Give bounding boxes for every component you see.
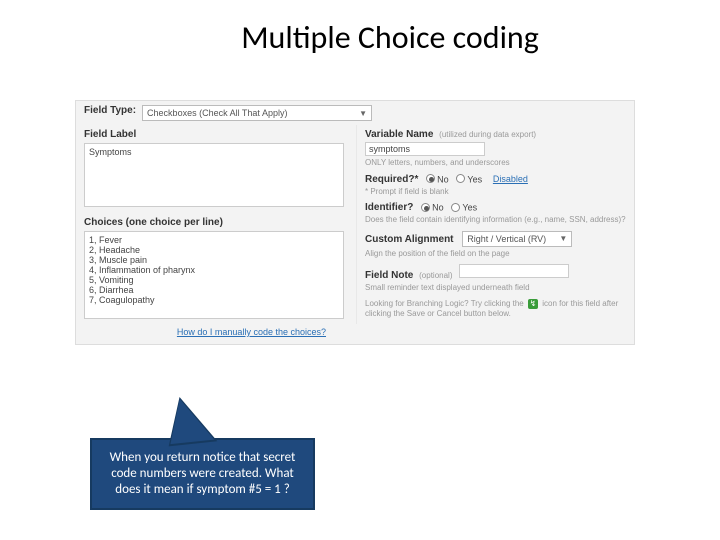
branching-logic-icon: ↯ bbox=[528, 299, 538, 309]
field-type-row: Field Type: Checkboxes (Check All That A… bbox=[76, 101, 634, 125]
alignment-note: Align the position of the field on the p… bbox=[365, 249, 626, 259]
left-column: Field Label Symptoms Choices (one choice… bbox=[76, 125, 356, 324]
alignment-label: Custom Alignment bbox=[365, 234, 454, 245]
field-note-hint: Small reminder text displayed underneath… bbox=[365, 283, 626, 293]
identifier-note: Does the field contain identifying infor… bbox=[365, 215, 626, 225]
callout-pointer bbox=[166, 396, 214, 444]
field-type-value: Checkboxes (Check All That Apply) bbox=[147, 108, 287, 118]
branching-text-1: Looking for Branching Logic? Try clickin… bbox=[365, 299, 526, 308]
alignment-select[interactable]: Right / Vertical (RV) ▼ bbox=[462, 231, 572, 247]
required-label: Required?* bbox=[365, 174, 418, 185]
field-editor-panel: Field Type: Checkboxes (Check All That A… bbox=[75, 100, 635, 345]
branching-logic-hint: Looking for Branching Logic? Try clickin… bbox=[365, 299, 626, 320]
identifier-yes-label: Yes bbox=[462, 203, 477, 213]
field-type-select[interactable]: Checkboxes (Check All That Apply) ▼ bbox=[142, 105, 372, 121]
choices-heading: Choices (one choice per line) bbox=[84, 217, 348, 228]
variable-name-note: ONLY letters, numbers, and underscores bbox=[365, 158, 626, 168]
alignment-row: Custom Alignment Right / Vertical (RV) ▼ bbox=[365, 231, 626, 247]
identifier-yes-radio[interactable] bbox=[451, 203, 460, 212]
right-column: Variable Name (utilized during data expo… bbox=[356, 125, 634, 324]
two-column-area: Field Label Symptoms Choices (one choice… bbox=[76, 125, 634, 324]
field-note-label: Field Note bbox=[365, 270, 413, 281]
alignment-value: Right / Vertical (RV) bbox=[467, 234, 546, 244]
required-no-label: No bbox=[437, 174, 449, 184]
identifier-no-label: No bbox=[432, 203, 444, 213]
field-note-optional: (optional) bbox=[419, 271, 452, 280]
required-no-radio[interactable] bbox=[426, 174, 435, 183]
variable-name-row: Variable Name (utilized during data expo… bbox=[365, 129, 626, 140]
required-yes-label: Yes bbox=[467, 174, 482, 184]
callout-text: When you return notice that secret code … bbox=[102, 450, 303, 499]
identifier-no-radio[interactable] bbox=[421, 203, 430, 212]
field-label-heading: Field Label bbox=[84, 129, 348, 140]
field-type-label: Field Type: bbox=[84, 105, 136, 116]
how-code-link[interactable]: How do I manually code the choices? bbox=[177, 327, 326, 337]
variable-name-label: Variable Name bbox=[365, 129, 433, 140]
field-note-input[interactable] bbox=[459, 264, 569, 278]
required-note: * Prompt if field is blank bbox=[365, 187, 626, 197]
chevron-down-icon: ▼ bbox=[559, 234, 567, 243]
field-label-textarea[interactable]: Symptoms bbox=[84, 143, 344, 207]
identifier-label: Identifier? bbox=[365, 202, 413, 213]
field-note-row: Field Note (optional) bbox=[365, 264, 626, 281]
variable-name-export-hint: (utilized during data export) bbox=[439, 130, 536, 139]
required-yes-radio[interactable] bbox=[456, 174, 465, 183]
required-row: Required?* No Yes Disabled bbox=[365, 174, 626, 185]
chevron-down-icon: ▼ bbox=[359, 109, 367, 118]
choices-textarea[interactable]: 1, Fever 2, Headache 3, Muscle pain 4, I… bbox=[84, 231, 344, 319]
variable-name-input[interactable]: symptoms bbox=[365, 142, 485, 156]
identifier-row: Identifier? No Yes bbox=[365, 202, 626, 213]
slide-title: Multiple Choice coding bbox=[60, 0, 720, 65]
annotation-callout: When you return notice that secret code … bbox=[90, 438, 315, 510]
required-disabled-link[interactable]: Disabled bbox=[493, 174, 528, 184]
choices-help-row: How do I manually code the choices? bbox=[76, 324, 634, 344]
